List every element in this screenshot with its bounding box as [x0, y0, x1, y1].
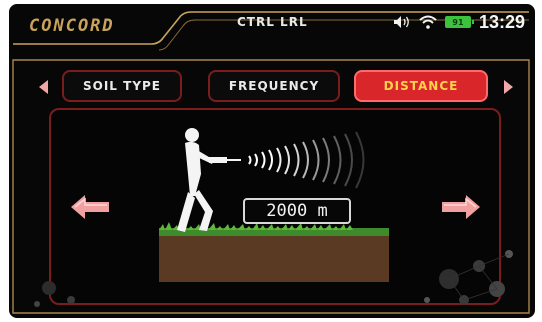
detector-device — [209, 157, 227, 163]
operator-silhouette-icon — [177, 128, 214, 232]
decrease-arrow-icon[interactable] — [71, 194, 109, 220]
distance-illustration — [34, 128, 513, 307]
grass-strip — [159, 228, 389, 236]
distance-value: 2000 m — [266, 201, 328, 221]
distance-value-display: 2000 m — [243, 198, 351, 224]
signal-waves-icon — [248, 131, 365, 189]
device-screen: CONCORD CTRL LRL 91 13:29 SOIL TYPE FREQ… — [9, 4, 535, 318]
soil-block — [159, 234, 389, 282]
increase-arrow-icon[interactable] — [442, 194, 480, 220]
